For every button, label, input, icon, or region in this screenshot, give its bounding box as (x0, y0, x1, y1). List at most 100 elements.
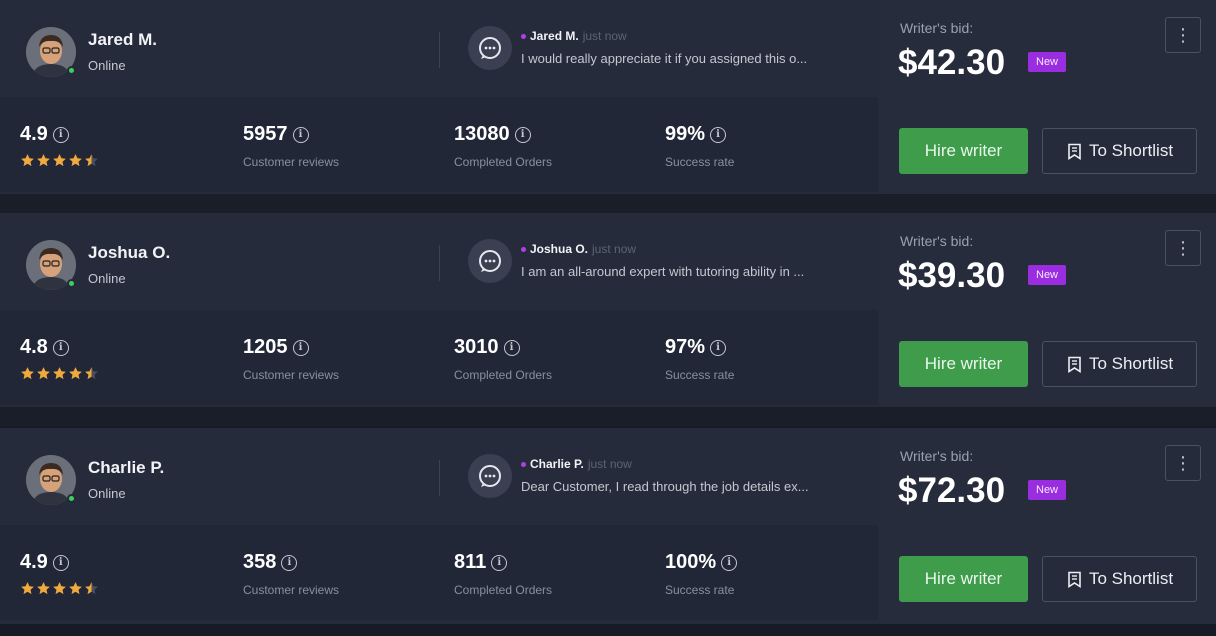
bookmark-icon (1068, 143, 1081, 160)
message-preview[interactable]: I would really appreciate it if you assi… (521, 51, 807, 66)
chat-icon-glyph (479, 37, 501, 59)
rating-value: 4.8 (20, 336, 48, 358)
new-badge: New (1028, 52, 1067, 72)
chat-bubble-icon[interactable] (468, 454, 512, 498)
stat-orders: 811 i Completed Orders (454, 551, 552, 597)
writer-name[interactable]: Joshua O. (88, 243, 170, 263)
message-sender: Joshua O. (530, 242, 589, 256)
orders-value: 13080 (454, 123, 510, 145)
writer-stats (0, 525, 878, 620)
info-icon[interactable]: i (491, 554, 508, 571)
rating-value: 4.9 (20, 123, 48, 145)
writer-stats (0, 97, 878, 192)
chat-bubble-icon[interactable] (468, 239, 512, 283)
more-vertical-icon[interactable]: ⋮ (1165, 445, 1201, 481)
writer-header: Charlie P. Online Charlie P. just now Dea… (0, 428, 878, 525)
stat-rating: 4.9 i (20, 123, 99, 168)
info-icon[interactable]: i (52, 126, 69, 143)
info-icon[interactable]: i (292, 126, 309, 143)
message-time: just now (592, 242, 637, 256)
reviews-value: 358 (243, 551, 277, 573)
star-icon (21, 582, 34, 595)
hire-writer-button[interactable]: Hire writer (899, 128, 1028, 174)
message-time: just now (582, 29, 627, 43)
stat-rating: 4.9 i (20, 551, 99, 596)
reviews-value: 5957 (243, 123, 288, 145)
chat-icon-glyph (479, 250, 501, 272)
bid-list: Jared M. Online Jared M. just now I would… (0, 0, 1216, 636)
success-value: 99% (665, 123, 706, 145)
writer-panel: Joshua O. Online Joshua O. just now I am … (0, 213, 878, 407)
info-icon[interactable]: i (281, 554, 298, 571)
hire-writer-button[interactable]: Hire writer (899, 556, 1028, 602)
bid-card: Jared M. Online Jared M. just now I would… (0, 0, 1216, 194)
writer-name[interactable]: Charlie P. (88, 458, 164, 478)
to-shortlist-button[interactable]: To Shortlist (1042, 128, 1197, 174)
stat-orders: 3010 i Completed Orders (454, 336, 552, 382)
star-icon (37, 582, 50, 595)
to-shortlist-button[interactable]: To Shortlist (1042, 556, 1197, 602)
orders-label: Completed Orders (454, 155, 553, 169)
writer-panel: Charlie P. Online Charlie P. just now Dea… (0, 428, 878, 624)
shortlist-label: To Shortlist (1088, 569, 1174, 588)
online-status-dot (67, 279, 76, 288)
info-icon[interactable]: i (292, 339, 309, 356)
star-icon (37, 154, 50, 167)
to-shortlist-button[interactable]: To Shortlist (1042, 341, 1197, 387)
message-sender: Charlie P. (530, 457, 584, 471)
unread-dot (521, 462, 526, 468)
info-icon[interactable]: i (514, 126, 531, 143)
more-vertical-icon[interactable]: ⋮ (1165, 230, 1201, 266)
writer-name[interactable]: Jared M. (88, 30, 157, 50)
message-preview[interactable]: I am an all-around expert with tutoring … (521, 264, 804, 279)
message-preview[interactable]: Dear Customer, I read through the job de… (521, 479, 809, 494)
success-label: Success rate (665, 583, 735, 597)
star-icon (21, 367, 34, 380)
success-label: Success rate (665, 368, 735, 382)
card-separator (0, 194, 1216, 213)
info-icon[interactable]: i (503, 339, 520, 356)
star-icon (69, 367, 82, 380)
card-separator (0, 407, 1216, 426)
stat-success: 97% i Success rate (665, 336, 734, 382)
bid-label: Writer's bid: (900, 233, 974, 249)
message-header: Jared M. just now (521, 29, 627, 43)
bid-amount: $72.30 (898, 471, 1006, 510)
reviews-value: 1205 (243, 336, 288, 358)
hire-writer-button[interactable]: Hire writer (899, 341, 1028, 387)
message-sender: Jared M. (530, 29, 579, 43)
info-icon[interactable]: i (52, 339, 69, 356)
star-rating (20, 581, 99, 596)
reviews-label: Customer reviews (243, 368, 340, 382)
success-label: Success rate (665, 155, 735, 169)
stat-success: 99% i Success rate (665, 123, 734, 169)
bid-panel: Writer's bid: $39.30 New ⋮ Hire writer T… (880, 213, 1216, 407)
writer-status: Online (88, 271, 126, 286)
stat-success: 100% i Success rate (665, 551, 738, 597)
star-icon (53, 154, 66, 167)
more-vertical-icon[interactable]: ⋮ (1165, 17, 1201, 53)
info-icon[interactable]: i (52, 554, 69, 571)
stat-orders: 13080 i Completed Orders (454, 123, 552, 169)
bid-amount: $42.30 (898, 43, 1006, 82)
chat-bubble-icon[interactable] (468, 26, 512, 70)
writer-panel: Jared M. Online Jared M. just now I would… (0, 0, 878, 194)
online-status-dot (67, 66, 76, 75)
info-icon[interactable]: i (721, 554, 738, 571)
star-icon (69, 582, 82, 595)
stat-reviews: 1205 i Customer reviews (243, 336, 339, 382)
bid-panel: Writer's bid: $42.30 New ⋮ Hire writer T… (880, 0, 1216, 194)
shortlist-label: To Shortlist (1088, 354, 1174, 373)
bid-card: Charlie P. Online Charlie P. just now Dea… (0, 428, 1216, 624)
info-icon[interactable]: i (710, 126, 727, 143)
writer-header: Jared M. Online Jared M. just now I would… (0, 0, 878, 97)
bid-card: Joshua O. Online Joshua O. just now I am … (0, 213, 1216, 407)
success-value: 100% (665, 551, 717, 573)
info-icon[interactable]: i (710, 339, 727, 356)
star-rating (20, 366, 99, 381)
orders-label: Completed Orders (454, 583, 553, 597)
bid-label: Writer's bid: (900, 20, 974, 36)
divider (439, 32, 440, 68)
orders-label: Completed Orders (454, 368, 553, 382)
chat-icon-glyph (479, 465, 501, 487)
